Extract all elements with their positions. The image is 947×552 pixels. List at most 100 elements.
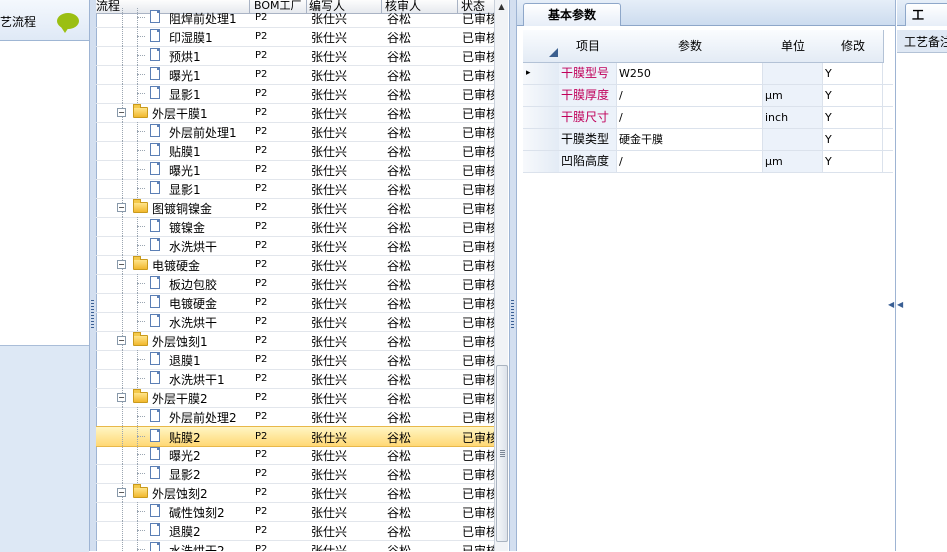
scrollbar-thumb[interactable] [496,365,508,542]
collapse-toggle-icon[interactable]: − [117,336,126,345]
param-cell-modify[interactable]: Y [823,107,883,128]
process-flow-label[interactable]: 艺流程 [0,13,36,30]
tree-cell-factory: P2 [255,506,268,517]
tab-basic-params[interactable]: 基本参数 [523,3,621,26]
tree-row[interactable]: 水洗烘干 P2 张仕兴 谷松 已审核 [96,312,494,332]
collapse-toggle-icon[interactable]: − [117,488,126,497]
tree-row[interactable]: 显影1 P2 张仕兴 谷松 已审核 [96,84,494,104]
param-cell-value[interactable]: W250 [617,63,763,84]
tree-row[interactable]: 退膜1 P2 张仕兴 谷松 已审核 [96,350,494,370]
tree-line [137,549,145,550]
collapse-toggle-icon[interactable]: − [117,203,126,212]
param-cell-modify[interactable]: Y [823,63,883,84]
param-cell-modify[interactable]: Y [823,85,883,106]
tab-process[interactable]: 工 [905,3,947,26]
param-cell-item[interactable]: 凹陷高度 [559,151,617,172]
row-indicator[interactable] [523,151,560,172]
tree-line [122,217,123,236]
tree-row[interactable]: 水洗烘干2 P2 张仕兴 谷松 已审核 [96,540,494,551]
collapse-arrow-icon[interactable]: ◀ [888,300,894,310]
tree-row[interactable]: − 外层干膜2 P2 张仕兴 谷松 已审核 [96,388,494,408]
param-cell-item[interactable]: 干膜厚度 [559,85,617,106]
param-cell-item[interactable]: 干膜类型 [559,129,617,150]
tree-row[interactable]: 水洗烘干 P2 张仕兴 谷松 已审核 [96,236,494,256]
tree-row[interactable]: 贴膜1 P2 张仕兴 谷松 已审核 [96,141,494,161]
tree-cell-factory: P2 [255,278,268,289]
tree-row[interactable]: 曝光1 P2 张仕兴 谷松 已审核 [96,160,494,180]
row-indicator[interactable] [523,107,560,128]
param-cell-value[interactable]: / [617,85,763,106]
param-cell-value[interactable]: / [617,151,763,172]
tree-row[interactable]: 预烘1 P2 张仕兴 谷松 已审核 [96,46,494,66]
tree-row[interactable]: 显影1 P2 张仕兴 谷松 已审核 [96,179,494,199]
collapse-arrow-icon[interactable]: ◀ [897,300,903,310]
param-cell-unit[interactable] [763,129,823,150]
tree-row[interactable]: 水洗烘干1 P2 张仕兴 谷松 已审核 [96,369,494,389]
tree-row[interactable]: 碱性蚀刻2 P2 张仕兴 谷松 已审核 [96,502,494,522]
current-row-arrow-icon: ▸ [526,68,531,78]
notes-label-bar: 工艺备注 [897,30,947,53]
param-cell-value[interactable]: / [617,107,763,128]
params-row[interactable]: 干膜类型 硬金干膜 Y [523,129,893,151]
tree-row[interactable]: − 外层蚀刻1 P2 张仕兴 谷松 已审核 [96,331,494,351]
collapse-toggle-icon[interactable]: − [117,393,126,402]
params-row[interactable]: 干膜尺寸 / inch Y [523,107,893,129]
tree-cell-status: 已审核 [462,88,494,102]
tree-row[interactable]: 板边包胶 P2 张仕兴 谷松 已审核 [96,274,494,294]
tree-row[interactable]: − 外层蚀刻2 P2 张仕兴 谷松 已审核 [96,483,494,503]
tree-row[interactable]: 曝光1 P2 张仕兴 谷松 已审核 [96,65,494,85]
params-header-value[interactable]: 参数 [617,30,764,63]
params-row[interactable]: 干膜厚度 / μm Y [523,85,893,107]
param-cell-value[interactable]: 硬金干膜 [617,129,763,150]
tree-row[interactable]: 外层前处理2 P2 张仕兴 谷松 已审核 [96,407,494,427]
scroll-up-arrow-icon[interactable]: ▲ [495,0,508,13]
row-indicator[interactable] [523,85,560,106]
tree-cell-status: 已审核 [462,335,494,349]
tree-cell-status: 已审核 [462,31,494,45]
tree-cell-status: 已审核 [462,107,494,121]
tree-line [122,65,123,84]
param-cell-modify[interactable]: Y [823,129,883,150]
tree-row[interactable]: 曝光2 P2 张仕兴 谷松 已审核 [96,445,494,465]
tree-row[interactable]: − 外层干膜1 P2 张仕兴 谷松 已审核 [96,103,494,123]
tree-cell-factory: P2 [255,240,268,251]
param-cell-unit[interactable]: μm [763,85,823,106]
param-cell-item[interactable]: 干膜型号 [559,63,617,84]
tree-row[interactable]: 阻焊前处理1 P2 张仕兴 谷松 已审核 [96,8,494,28]
param-cell-unit[interactable] [763,63,823,84]
tree-row[interactable]: 显影2 P2 张仕兴 谷松 已审核 [96,464,494,484]
param-cell-modify[interactable]: Y [823,151,883,172]
params-header-modify[interactable]: 修改 [823,30,884,63]
tree-row[interactable]: 贴膜2 P2 张仕兴 谷松 已审核 [96,426,494,447]
row-indicator[interactable] [523,129,560,150]
tree-row[interactable]: 退膜2 P2 张仕兴 谷松 已审核 [96,521,494,541]
row-indicator[interactable]: ▸ [523,63,560,84]
collapse-toggle-icon[interactable]: − [117,260,126,269]
tree-row[interactable]: 印湿膜1 P2 张仕兴 谷松 已审核 [96,27,494,47]
param-cell-item[interactable]: 干膜尺寸 [559,107,617,128]
tree-cell-name: 外层干膜2 [152,392,208,406]
tree-cell-author: 张仕兴 [311,126,348,140]
tree-row[interactable]: 外层前处理1 P2 张仕兴 谷松 已审核 [96,122,494,142]
collapse-toggle-icon[interactable]: − [117,108,126,117]
tree-row[interactable]: − 图镀铜镍金 P2 张仕兴 谷松 已审核 [96,198,494,218]
tree-cell-factory: P2 [255,411,268,422]
param-cell-unit[interactable]: inch [763,107,823,128]
tree-cell-reviewer: 谷松 [387,449,412,463]
tree-row[interactable]: − 电镀硬金 P2 张仕兴 谷松 已审核 [96,255,494,275]
params-row[interactable]: ▸ 干膜型号 W250 Y [523,63,893,85]
notes-panel: 工 工艺备注 ◀ [897,0,947,551]
tree-vertical-scrollbar[interactable]: ▲ [494,0,508,551]
tree-cell-factory: P2 [255,126,268,137]
params-header-unit[interactable]: 单位 [763,30,824,63]
middle-splitter[interactable] [509,0,517,551]
comment-bubble-icon[interactable] [57,13,79,33]
param-cell-unit[interactable]: μm [763,151,823,172]
document-icon [150,276,160,289]
params-row[interactable]: 凹陷高度 / μm Y [523,151,893,173]
tree-cell-author: 张仕兴 [311,69,348,83]
params-header-item[interactable]: 项目 [559,30,618,63]
tree-row[interactable]: 镀镍金 P2 张仕兴 谷松 已审核 [96,217,494,237]
tree-cell-factory: P2 [255,449,268,460]
tree-row[interactable]: 电镀硬金 P2 张仕兴 谷松 已审核 [96,293,494,313]
